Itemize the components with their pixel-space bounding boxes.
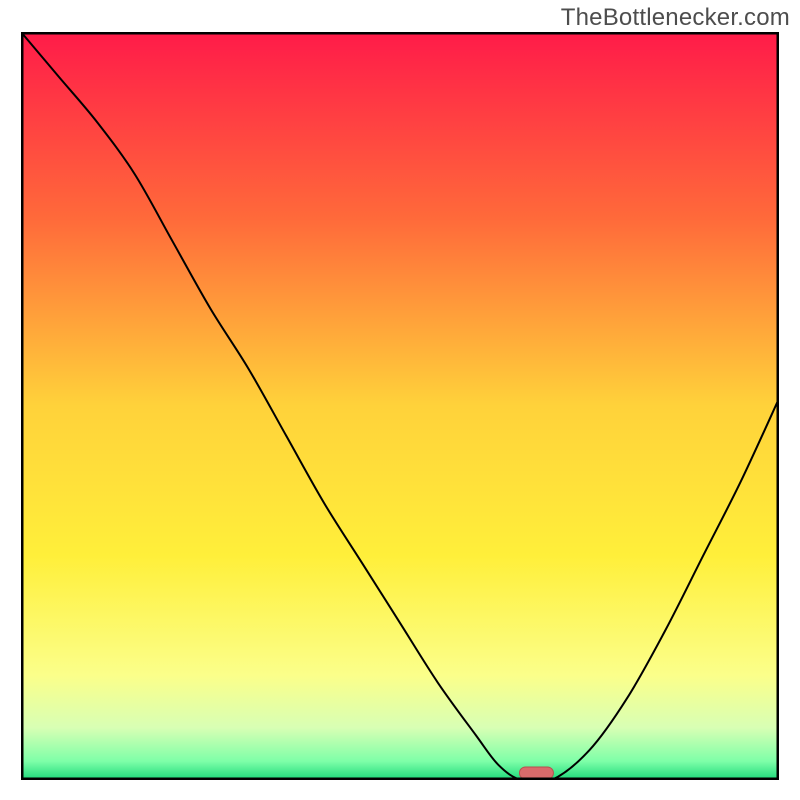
watermark-text: TheBottlenecker.com <box>561 4 790 32</box>
optimum-marker <box>519 767 553 779</box>
bottleneck-curve-chart <box>21 32 779 780</box>
chart-frame: TheBottlenecker.com <box>0 0 800 800</box>
plot-area <box>21 32 779 780</box>
gradient-background <box>21 32 779 780</box>
